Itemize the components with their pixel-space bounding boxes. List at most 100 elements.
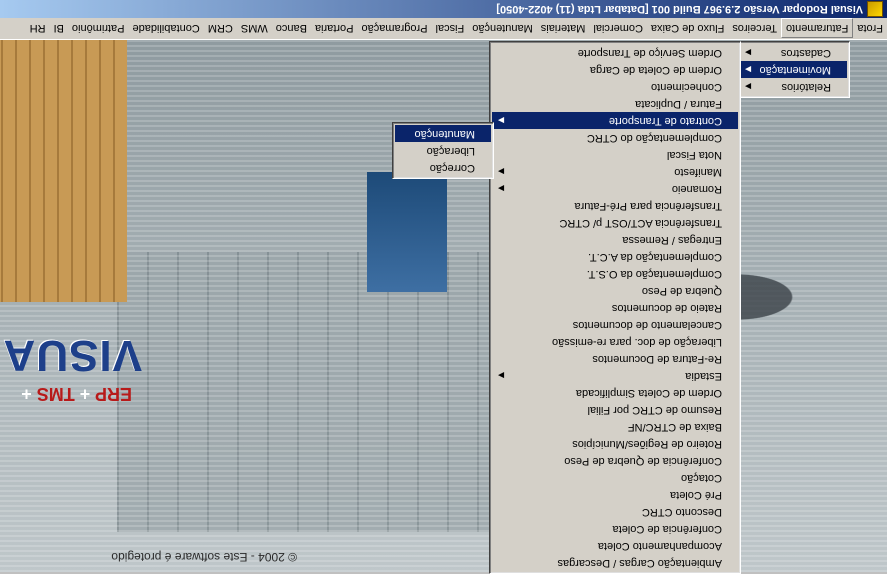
menu-item-label: Pré Coleta bbox=[670, 489, 722, 501]
tagline-plus-2: + bbox=[21, 384, 32, 404]
tagline-plus: + bbox=[79, 384, 91, 404]
app-icon[interactable] bbox=[867, 1, 883, 17]
menu-item-entregas-remessa[interactable]: Entregas / Remessa bbox=[492, 231, 738, 248]
movimentacao-submenu: Ambientação Cargas / Descargas Acompanham… bbox=[489, 41, 741, 574]
menu-item-ordem-de-coleta-de-carga[interactable]: Ordem de Coleta de Carga bbox=[492, 61, 738, 78]
menu-item-label: Cotação bbox=[681, 472, 722, 484]
menu-item-transferencia-act-ost-p-ctrc[interactable]: Transferência ACT/OST p/ CTRC bbox=[492, 214, 738, 231]
menu-item-liberacao[interactable]: Liberação bbox=[395, 142, 491, 159]
chevron-right-icon: ▶ bbox=[745, 65, 752, 74]
menubar-item-portaria[interactable]: Portaria bbox=[311, 19, 358, 37]
menu-item-label: Ordem Serviço de Transporte bbox=[577, 47, 722, 59]
menu-item-label: Baixa de CTRC/NF bbox=[627, 421, 722, 433]
menu-item-label: Rateio de documentos bbox=[611, 302, 722, 314]
menu-item-label: Resumo de CTRC por Filial bbox=[587, 404, 722, 416]
menubar-item-manutencao[interactable]: Manutenção bbox=[468, 19, 537, 37]
menubar-item-materiais[interactable]: Materiais bbox=[537, 19, 590, 37]
menu-item-label: Ordem de Coleta Simplificada bbox=[575, 387, 722, 399]
menu-item-label: Correção bbox=[429, 162, 475, 174]
menubar-item-comercial[interactable]: Comercial bbox=[589, 19, 647, 37]
menubar-item-faturamento[interactable]: Faturamento bbox=[780, 18, 854, 38]
menu-item-re-fatura-de-documentos[interactable]: Re-Fatura de Documentos bbox=[492, 350, 738, 367]
menu-item-label: Manutenção bbox=[414, 128, 475, 140]
menu-item-quebra-de-peso[interactable]: Quebra de Peso bbox=[492, 282, 738, 299]
chevron-right-icon: ▶ bbox=[498, 371, 505, 380]
menubar-item-fluxo-de-caixa[interactable]: Fluxo de Caixa bbox=[647, 19, 728, 37]
main-menubar: Frota Faturamento Terceiros Fluxo de Caixa C… bbox=[0, 16, 887, 40]
menu-item-movimentacao[interactable]: Movimentação ▶ bbox=[739, 61, 847, 78]
menu-item-label: Contrato de Transporte bbox=[608, 115, 722, 127]
menu-item-label: Re-Fatura de Documentos bbox=[592, 353, 722, 365]
menu-item-fatura-duplicata[interactable]: Fatura / Duplicata bbox=[492, 95, 738, 112]
menu-item-label: Roteiro de Regiões/Municípios bbox=[572, 438, 722, 450]
menubar-item-terceiros[interactable]: Terceiros bbox=[728, 19, 781, 37]
menu-item-liberacao-de-doc-para-re-emissao[interactable]: Liberação de doc. para re-emissão bbox=[492, 333, 738, 350]
menu-item-relatorios[interactable]: Relatórios ▶ bbox=[739, 78, 847, 95]
menu-item-pre-coleta[interactable]: Pré Coleta bbox=[492, 486, 738, 503]
menu-item-ordem-de-coleta-simplificada[interactable]: Ordem de Coleta Simplificada bbox=[492, 384, 738, 401]
chevron-right-icon: ▶ bbox=[498, 116, 505, 125]
menu-item-label: Liberação de doc. para re-emissão bbox=[552, 336, 722, 348]
menu-item-label: Transferência ACT/OST p/ CTRC bbox=[559, 217, 722, 229]
menu-item-desconto-ctrc[interactable]: Desconto CTRC bbox=[492, 503, 738, 520]
menu-item-rateio-de-documentos[interactable]: Rateio de documentos bbox=[492, 299, 738, 316]
menu-item-label: Complementação da O.S.T. bbox=[586, 268, 722, 280]
menu-item-roteiro-de-regioes-municipios[interactable]: Roteiro de Regiões/Municípios bbox=[492, 435, 738, 452]
menu-item-conhecimento[interactable]: Conhecimento bbox=[492, 78, 738, 95]
menu-item-label: Complementação da A.C.T. bbox=[588, 251, 722, 263]
menu-item-cotacao[interactable]: Cotação bbox=[492, 469, 738, 486]
menu-item-label: Conferência de Quebra de Peso bbox=[564, 455, 722, 467]
menu-item-complementacao-da-o-s-t[interactable]: Complementação da O.S.T. bbox=[492, 265, 738, 282]
chevron-right-icon: ▶ bbox=[498, 167, 505, 176]
menu-item-baixa-de-ctrc-nf[interactable]: Baixa de CTRC/NF bbox=[492, 418, 738, 435]
menu-item-label: Ambientação Cargas / Descargas bbox=[557, 557, 722, 569]
menu-item-resumo-de-ctrc-por-filial[interactable]: Resumo de CTRC por Filial bbox=[492, 401, 738, 418]
menu-item-nota-fiscal[interactable]: Nota Fiscal bbox=[492, 146, 738, 163]
menu-item-manifesto[interactable]: Manifesto ▶ bbox=[492, 163, 738, 180]
menu-item-contrato-de-transporte[interactable]: Contrato de Transporte ▶ bbox=[492, 112, 738, 129]
menu-item-label: Transferência para Pré-Fatura bbox=[574, 200, 722, 212]
menu-item-romaneio[interactable]: Romaneio ▶ bbox=[492, 180, 738, 197]
menubar-item-patrimonio[interactable]: Patrimônio bbox=[68, 19, 129, 37]
logo-word: VISUAL bbox=[0, 331, 142, 380]
menu-item-ordem-servico-de-transporte[interactable]: Ordem Serviço de Transporte bbox=[492, 44, 738, 61]
menu-item-label: Romaneio bbox=[671, 183, 722, 195]
menubar-item-contabilidade[interactable]: Contabilidade bbox=[129, 19, 204, 37]
menu-item-label: Conferência de Coleta bbox=[612, 523, 722, 535]
menubar-item-crm[interactable]: CRM bbox=[204, 19, 237, 37]
menu-item-conferencia-de-coleta[interactable]: Conferência de Coleta bbox=[492, 520, 738, 537]
menu-item-label: Ordem de Coleta de Carga bbox=[589, 64, 722, 76]
menubar-item-programacao[interactable]: Programação bbox=[357, 19, 431, 37]
menu-item-label: Fatura / Duplicata bbox=[635, 98, 722, 110]
menu-item-correcao[interactable]: Correção bbox=[395, 159, 491, 176]
menu-item-transferencia-para-pre-fatura[interactable]: Transferência para Pré-Fatura bbox=[492, 197, 738, 214]
menu-item-label: Entregas / Remessa bbox=[622, 234, 722, 246]
menu-item-manutencao[interactable]: Manutenção bbox=[395, 125, 491, 142]
tagline-tms: TMS bbox=[36, 384, 75, 404]
menu-item-complementacao-do-ctrc[interactable]: Complementação do CTRC bbox=[492, 129, 738, 146]
menu-item-label: Movimentação bbox=[759, 64, 831, 76]
menu-item-ambientacao-cargas-descargas[interactable]: Ambientação Cargas / Descargas bbox=[492, 554, 738, 571]
menubar-item-banco[interactable]: Banco bbox=[272, 19, 311, 37]
menubar-item-frota[interactable]: Frota bbox=[853, 19, 887, 37]
chevron-right-icon: ▶ bbox=[745, 48, 752, 57]
truck-image bbox=[367, 172, 447, 292]
menu-item-estadia[interactable]: Estadia ▶ bbox=[492, 367, 738, 384]
menu-item-acompanhamento-coleta[interactable]: Acompanhamento Coleta bbox=[492, 537, 738, 554]
menubar-item-fiscal[interactable]: Fiscal bbox=[432, 19, 469, 37]
window-title: Visual Rodopar Versão 2.9.967 Build 001 … bbox=[496, 3, 863, 15]
menu-item-label: Liberação bbox=[426, 145, 475, 157]
menu-item-label: Relatórios bbox=[781, 81, 831, 93]
menubar-item-wms[interactable]: WMS bbox=[237, 19, 272, 37]
menubar-item-rh[interactable]: RH bbox=[26, 19, 50, 37]
menu-item-complementacao-da-a-c-t[interactable]: Complementação da A.C.T. bbox=[492, 248, 738, 265]
menu-item-conferencia-de-quebra-de-peso[interactable]: Conferência de Quebra de Peso bbox=[492, 452, 738, 469]
menu-item-label: Cancelamento de documentos bbox=[572, 319, 722, 331]
menu-item-cadastros[interactable]: Cadastros ▶ bbox=[739, 44, 847, 61]
chevron-right-icon: ▶ bbox=[498, 184, 505, 193]
menu-item-cancelamento-de-documentos[interactable]: Cancelamento de documentos bbox=[492, 316, 738, 333]
menubar-item-bi[interactable]: BI bbox=[50, 19, 68, 37]
menu-item-label: Nota Fiscal bbox=[666, 149, 722, 161]
logo-tagline: ERP + TMS + bbox=[21, 383, 132, 404]
menu-item-label: Manifesto bbox=[674, 166, 722, 178]
